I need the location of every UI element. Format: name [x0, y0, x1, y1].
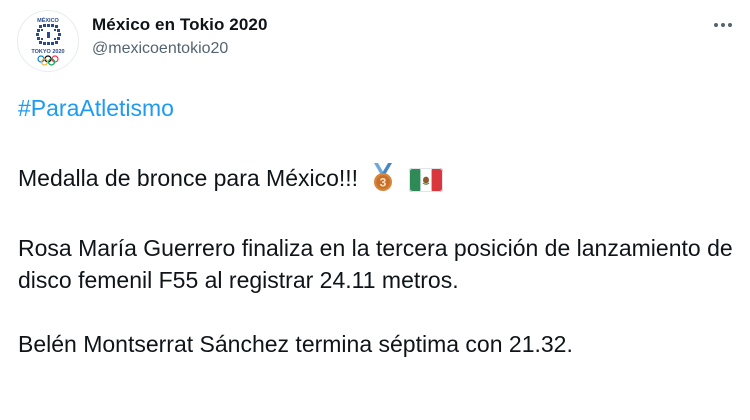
hashtag-link[interactable]: #ParaAtletismo: [18, 92, 174, 124]
third-place-medal-icon: 3: [370, 162, 396, 200]
tweet-paragraph-second-result: Belén Montserrat Sánchez termina séptima…: [18, 331, 573, 357]
more-options-button[interactable]: [712, 14, 734, 36]
more-horizontal-icon: [714, 23, 732, 27]
avatar[interactable]: MÉXICO TOKYO 2020: [17, 10, 79, 72]
tweet-card: MÉXICO TOKYO 2020 México en Tokio 2020 @…: [0, 0, 750, 420]
tweet-line-medal: Medalla de bronce para México!!! 3: [18, 162, 743, 200]
medal-sentence: Medalla de bronce para México!!!: [18, 165, 359, 191]
mexico-flag-icon: [408, 168, 443, 200]
tweet-text: #ParaAtletismo Medalla de bronce para Mé…: [18, 92, 743, 360]
author-block: México en Tokio 2020 @mexicoentokio20: [92, 14, 268, 59]
user-handle[interactable]: @mexicoentokio20: [92, 39, 268, 59]
tweet-paragraph-result: Rosa María Guerrero finaliza en la terce…: [18, 235, 733, 293]
logo-text-top: MÉXICO: [37, 16, 59, 24]
display-name[interactable]: México en Tokio 2020: [92, 14, 268, 36]
logo-text-bottom: TOKYO 2020: [31, 49, 64, 55]
svg-text:3: 3: [380, 176, 387, 190]
tokyo-2020-mexico-logo-icon: MÉXICO TOKYO 2020: [31, 16, 65, 66]
